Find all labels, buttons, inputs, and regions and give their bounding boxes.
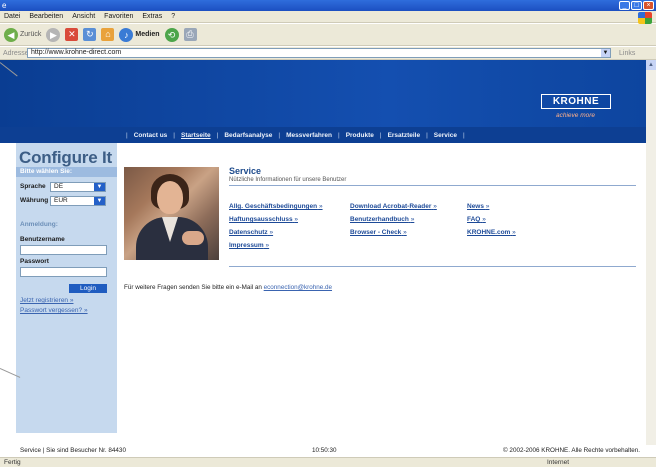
back-label: Zurück [20,31,42,38]
password-input[interactable] [20,267,107,277]
footer-copyright: © 2002-2006 KROHNE. Alle Rechte vorbehal… [503,447,640,454]
logo-tagline: achieve more [556,112,596,119]
browser-status-bar: Fertig Internet [0,457,656,467]
settings-header: Bitte wählen Sie: [16,167,117,177]
contact-email-link[interactable]: econnection@krohne.de [264,284,332,291]
divider [229,266,636,267]
window-controls: _ □ × [619,1,654,10]
krohne-logo[interactable]: KROHNE [541,94,611,109]
link-agb[interactable]: Allg. Geschäftsbedingungen » [229,203,323,210]
service-subtitle: Nützliche Informationen für unsere Benut… [229,177,347,183]
home-icon[interactable]: ⌂ [101,28,115,41]
language-value: DE [54,183,64,190]
currency-value: EUR [54,197,68,204]
link-handbuch[interactable]: Benutzerhandbuch » [350,216,414,223]
language-select[interactable]: DE ▼ [50,182,106,192]
menu-bearbeiten[interactable]: Bearbeiten [29,13,63,20]
nav-service[interactable]: Service [434,132,457,139]
media-button[interactable]: ♪ Medien [119,27,160,42]
menu-datei[interactable]: Datei [4,13,20,20]
chevron-down-icon: ▼ [94,197,105,205]
minimize-button[interactable]: _ [619,1,630,10]
link-haftung[interactable]: Haftungsausschluss » [229,216,298,223]
ie-icon: e [2,1,7,10]
browser-toolbar: ◀ Zurück ▶ ✕ ↻ ⌂ ♪ Medien ⟲ ⎙ [0,24,656,46]
vertical-scrollbar[interactable]: ▲ [646,60,656,445]
status-ready: Fertig [4,459,21,466]
address-input[interactable]: http://www.krohne-direct.com ▼ [27,48,611,58]
back-arrow-icon: ◀ [4,27,18,42]
title-bar: e _ □ × [0,0,656,11]
link-browser-check[interactable]: Browser - Check » [350,229,407,236]
nav-messverfahren[interactable]: Messverfahren [286,132,332,139]
register-link[interactable]: Jetzt registrieren » [20,297,73,304]
link-krohne-com[interactable]: KROHNE.com » [467,229,516,236]
maximize-button[interactable]: □ [631,1,642,10]
scroll-up-icon[interactable]: ▲ [646,60,656,70]
forward-button[interactable]: ▶ [46,27,61,42]
menu-bar: Datei Bearbeiten Ansicht Favoriten Extra… [0,11,656,23]
currency-select[interactable]: EUR ▼ [50,196,106,206]
address-bar: Adresse http://www.krohne-direct.com ▼ L… [0,47,656,60]
link-datenschutz[interactable]: Datenschutz » [229,229,273,236]
forgot-password-link[interactable]: Passwort vergessen? » [20,307,88,314]
menu-help[interactable]: ? [171,13,175,20]
login-button[interactable]: Login [69,284,107,293]
chevron-down-icon[interactable]: ▼ [601,49,610,57]
username-label: Benutzername [20,236,65,243]
nav-bedarfsanalyse[interactable]: Bedarfsanalyse [224,132,272,139]
page-title: Configure It [19,148,112,167]
status-zone: Internet [547,459,570,466]
password-label: Passwort [20,258,49,265]
menu-extras[interactable]: Extras [142,13,162,20]
service-title: Service [229,166,262,176]
close-button[interactable]: × [643,1,654,10]
refresh-icon[interactable]: ↻ [83,28,97,41]
media-label: Medien [135,31,160,38]
currency-label: Währung [20,197,49,204]
link-news[interactable]: News » [467,203,489,210]
nav-contact[interactable]: Contact us [134,132,168,139]
history-icon[interactable]: ⟲ [164,27,179,42]
media-icon: ♪ [119,27,134,42]
nav-ersatzteile[interactable]: Ersatzteile [388,132,421,139]
windows-logo-icon [638,12,652,24]
nav-startseite[interactable]: Startseite [181,132,211,139]
back-button[interactable]: ◀ Zurück [4,27,42,42]
login-header: Anmeldung: [16,220,117,230]
language-label: Sprache [20,183,46,190]
contact-text: Für weitere Fragen senden Sie bitte ein … [124,284,332,291]
nav-produkte[interactable]: Produkte [346,132,374,139]
address-label: Adresse [3,49,29,57]
contact-prefix: Für weitere Fragen senden Sie bitte ein … [124,284,262,291]
site-nav: | Contact us | Startseite | Bedarfsanaly… [0,127,646,143]
link-faq[interactable]: FAQ » [467,216,486,223]
footer-time: 10:50:30 [312,447,337,454]
forward-arrow-icon: ▶ [46,27,61,42]
chevron-down-icon: ▼ [94,183,105,191]
address-url: http://www.krohne-direct.com [31,49,122,56]
menu-ansicht[interactable]: Ansicht [72,13,95,20]
link-acrobat[interactable]: Download Acrobat-Reader » [350,203,437,210]
print-icon[interactable]: ⎙ [183,28,197,41]
link-impressum[interactable]: Impressum » [229,242,269,249]
footer-visitor-count: Service | Sie sind Besucher Nr. 84430 [20,447,126,454]
links-label[interactable]: Links [619,50,635,57]
divider [229,185,636,186]
username-input[interactable] [20,245,107,255]
menu-favoriten[interactable]: Favoriten [104,13,133,20]
service-photo [124,167,219,260]
stop-icon[interactable]: ✕ [65,28,79,41]
page-footer: Service | Sie sind Besucher Nr. 84430 10… [16,446,646,457]
